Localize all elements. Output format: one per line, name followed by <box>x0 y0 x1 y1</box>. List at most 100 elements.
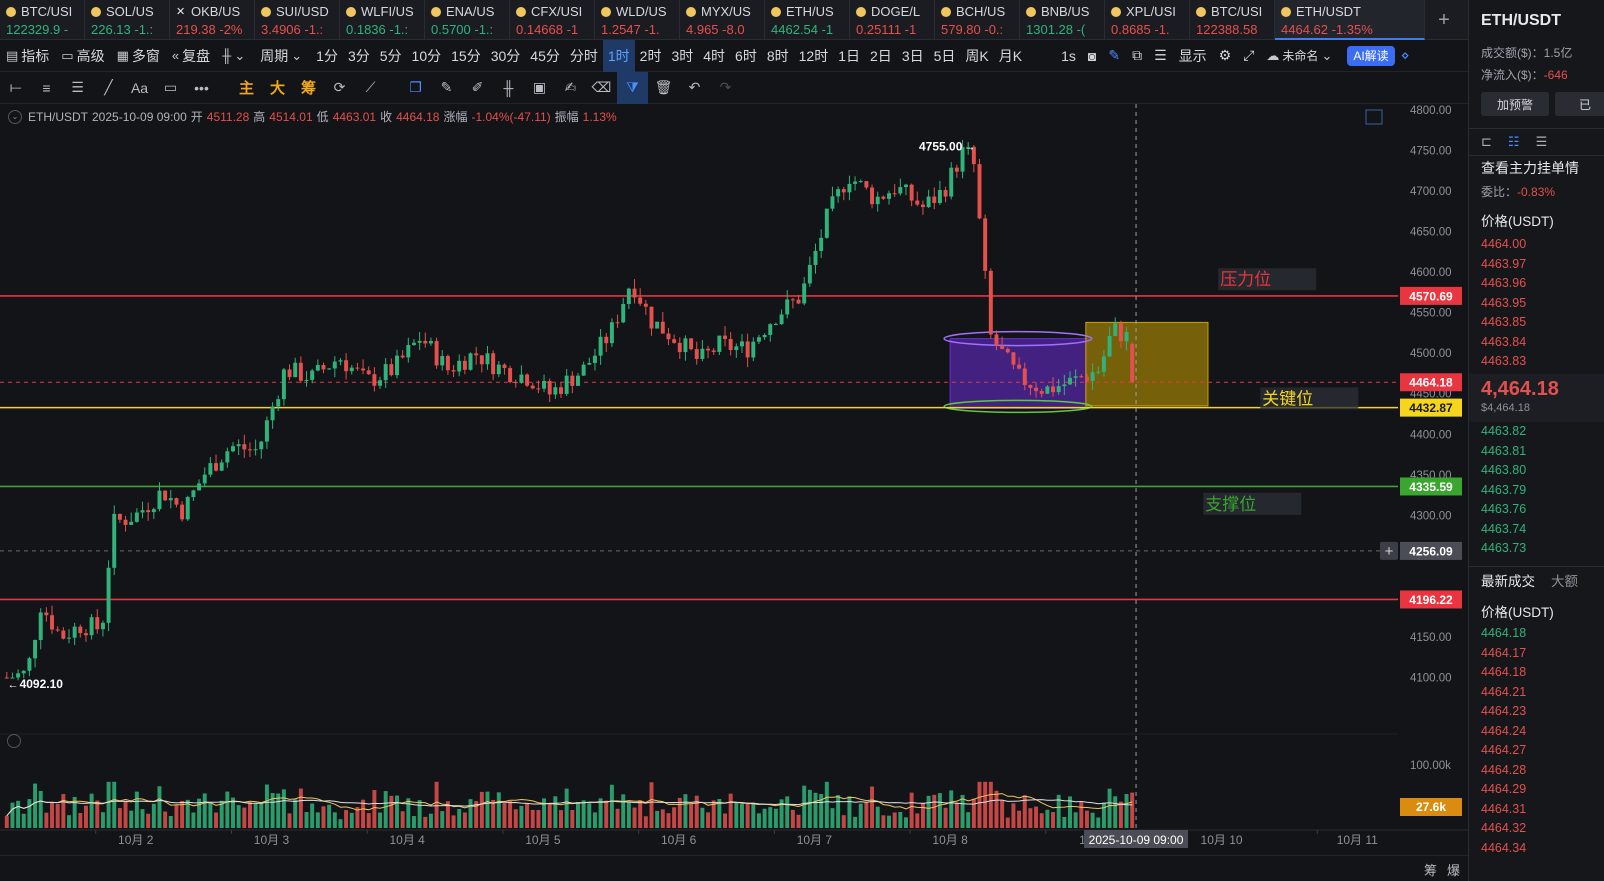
chart-type-button[interactable]: ╫ ⌄ <box>216 40 254 72</box>
candle-body[interactable] <box>892 193 897 195</box>
candle-body[interactable] <box>264 420 269 442</box>
candle-body[interactable] <box>106 567 111 623</box>
candle-body[interactable] <box>672 339 677 343</box>
candle-body[interactable] <box>1039 391 1044 394</box>
chips-badge[interactable]: 筹 <box>1424 860 1437 879</box>
candle-body[interactable] <box>247 449 252 451</box>
add-alert-button[interactable]: 加预警 <box>1481 92 1549 116</box>
candle-body[interactable] <box>395 355 399 376</box>
liquidation-badge[interactable]: 爆 <box>1447 860 1460 879</box>
candle-body[interactable] <box>864 181 869 188</box>
text-tool[interactable]: Aa <box>124 72 155 104</box>
candle-body[interactable] <box>457 360 462 372</box>
candle-body[interactable] <box>592 355 597 364</box>
candle-body[interactable] <box>117 513 122 520</box>
candle-body[interactable] <box>219 462 224 471</box>
candle-body[interactable] <box>332 361 337 369</box>
candle-body[interactable] <box>694 349 699 359</box>
candle-body[interactable] <box>1000 345 1005 349</box>
period-option[interactable]: 分时 <box>565 40 603 72</box>
candle-body[interactable] <box>904 184 908 188</box>
candle-body[interactable] <box>327 368 332 370</box>
candle-body[interactable] <box>853 181 858 184</box>
multi-window-button[interactable]: ▦ 多窗 <box>111 40 166 72</box>
candle-body[interactable] <box>123 519 128 525</box>
candle-body[interactable] <box>870 187 875 205</box>
layout-name-button[interactable]: ☁ 未命名 ⌄ <box>1260 40 1341 72</box>
period-option[interactable]: 2时 <box>635 40 667 72</box>
candle-body[interactable] <box>366 370 371 375</box>
candle-body[interactable] <box>666 333 671 340</box>
candle-body[interactable] <box>677 342 682 353</box>
trade-row[interactable]: 4464.27 <box>1481 741 1526 761</box>
candle-body[interactable] <box>276 399 281 407</box>
camera-button[interactable]: ◙ <box>1082 40 1102 72</box>
ask-row[interactable]: 4463.97 <box>1481 255 1526 275</box>
candle-body[interactable] <box>790 299 795 301</box>
ticker-tab[interactable]: BTC/USI 122329.9 - <box>0 0 85 40</box>
candle-body[interactable] <box>310 370 315 380</box>
ticker-tab[interactable]: ENA/US 0.5700 -1.: <box>425 0 510 40</box>
candle-body[interactable] <box>89 617 94 636</box>
candle-body[interactable] <box>1130 344 1135 383</box>
close-icon[interactable]: ✕ <box>176 5 186 18</box>
popout-button[interactable]: ⧉ <box>1126 40 1148 72</box>
ask-row[interactable]: 4463.95 <box>1481 294 1526 314</box>
candle-body[interactable] <box>1096 371 1101 373</box>
candle-body[interactable] <box>100 622 105 630</box>
ask-row[interactable]: 4463.83 <box>1481 352 1526 372</box>
candle-body[interactable] <box>649 306 654 329</box>
candle-body[interactable] <box>344 360 349 372</box>
candle-body[interactable] <box>836 189 841 197</box>
candle-body[interactable] <box>1051 386 1056 393</box>
candle-body[interactable] <box>485 353 490 365</box>
period-option[interactable]: 2日 <box>865 40 897 72</box>
candle-body[interactable] <box>72 626 77 638</box>
candle-body[interactable] <box>236 444 241 447</box>
orderbook-asks-icon[interactable]: ☰ <box>1536 134 1548 150</box>
candle-body[interactable] <box>768 324 773 335</box>
candle-body[interactable] <box>423 340 428 344</box>
candle-body[interactable] <box>151 509 156 513</box>
candle-body[interactable] <box>841 189 846 193</box>
candle-body[interactable] <box>61 630 66 639</box>
candle-body[interactable] <box>214 463 219 471</box>
candle-body[interactable] <box>1028 384 1033 388</box>
ticker-tab[interactable]: CFX/USI 0.14668 -1 <box>510 0 595 40</box>
candle-body[interactable] <box>293 362 298 378</box>
candle-body[interactable] <box>994 334 999 346</box>
candle-body[interactable] <box>536 388 541 390</box>
candle-body[interactable] <box>1079 376 1084 378</box>
gear-button[interactable]: ⚙ <box>1213 40 1238 72</box>
candle-body[interactable] <box>564 375 569 394</box>
candle-body[interactable] <box>191 490 196 498</box>
candle-body[interactable] <box>1084 377 1089 381</box>
candle-body[interactable] <box>807 264 812 284</box>
candle-body[interactable] <box>1090 372 1095 381</box>
period-option[interactable]: 1时 <box>602 39 635 72</box>
candle-body[interactable] <box>706 348 711 351</box>
ticker-tab[interactable]: SUI/USD 3.4906 -1.: <box>255 0 340 40</box>
candle-body[interactable] <box>954 167 959 172</box>
candle-body[interactable] <box>355 367 360 369</box>
ticker-tab[interactable]: BCH/US 579.80 -0.: <box>935 0 1020 40</box>
ticker-tab[interactable]: SOL/US 226.13 -1.: <box>85 0 170 40</box>
candle-body[interactable] <box>847 183 852 193</box>
candle-body[interactable] <box>1034 387 1039 392</box>
candle-body[interactable] <box>723 335 727 340</box>
candle-body[interactable] <box>304 379 309 381</box>
candle-body[interactable] <box>756 337 761 342</box>
trade-row[interactable]: 4464.24 <box>1481 722 1526 742</box>
candle-body[interactable] <box>830 196 835 209</box>
candle-body[interactable] <box>440 356 445 366</box>
candle-body[interactable] <box>502 364 507 369</box>
trade-row[interactable]: 4464.34 <box>1481 839 1526 859</box>
candle-body[interactable] <box>462 360 467 370</box>
candle-body[interactable] <box>129 521 134 525</box>
candle-body[interactable] <box>559 387 563 394</box>
bid-row[interactable]: 4463.73 <box>1481 539 1526 559</box>
candle-body[interactable] <box>134 512 139 522</box>
candle-body[interactable] <box>734 346 739 351</box>
ticker-tab[interactable]: MYX/US 4.965 -8.0 <box>680 0 765 40</box>
candle-body[interactable] <box>887 193 891 199</box>
